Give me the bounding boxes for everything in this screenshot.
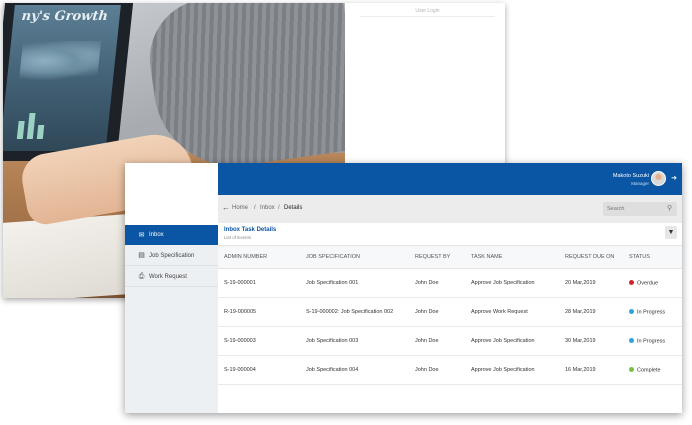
logout-icon[interactable]: ➜ <box>671 174 677 182</box>
filter-icon: ▼ <box>667 229 675 236</box>
column-header-request-by[interactable]: REQUEST BY <box>415 254 450 260</box>
breadcrumb-inbox[interactable]: Inbox <box>260 205 275 211</box>
status-label: In Progress <box>637 309 666 316</box>
sidebar: ✉ Inbox ▤ Job Specification ⎙ Work Reque… <box>125 163 218 413</box>
cell-job-specification: S-19-000002: Job Specification 002 <box>306 309 394 315</box>
cell-admin-number: R-19-000005 <box>224 309 257 315</box>
cell-task-name: Approve Job Specification <box>471 367 535 373</box>
cell-admin-number: S-19-000004 <box>224 367 256 373</box>
table-header: ADMIN NUMBER JOB SPECIFICATION REQUEST B… <box>218 245 682 269</box>
sidebar-item-inbox[interactable]: ✉ Inbox <box>125 225 218 245</box>
status-label: In Progress <box>637 338 666 345</box>
cell-due-on: 16 Mar,2019 <box>565 367 596 373</box>
top-header-bar: Makoto Suzuki Manager ➜ <box>218 163 682 195</box>
status-badge: Overdue <box>629 280 658 287</box>
cell-request-by: John Doe <box>415 280 439 286</box>
panel-subtitle: List of Events <box>224 235 252 240</box>
sidebar-item-label: Work Request <box>149 273 187 280</box>
inbox-icon: ✉ <box>138 231 145 239</box>
status-dot-icon <box>629 338 634 343</box>
login-title: User Login <box>360 8 495 17</box>
status-dot-icon <box>629 309 634 314</box>
sidebar-item-work-request[interactable]: ⎙ Work Request <box>125 267 218 287</box>
sidebar-item-label: Job Specification <box>149 252 195 259</box>
column-header-job-specification[interactable]: JOB SPECIFICATION <box>306 254 360 260</box>
column-header-admin-number[interactable]: ADMIN NUMBER <box>224 254 267 260</box>
column-header-status[interactable]: STATUS <box>629 254 650 260</box>
table-row[interactable]: S-19-000003 Job Specification 003 John D… <box>218 327 682 356</box>
breadcrumb-details: Details <box>284 205 303 211</box>
status-badge: In Progress <box>629 338 665 345</box>
cell-task-name: Approve Job Specification <box>471 338 535 344</box>
tablet-bar <box>36 125 45 139</box>
status-badge: In Progress <box>629 309 665 316</box>
cell-request-by: John Doe <box>415 309 439 315</box>
search-input[interactable] <box>603 202 677 216</box>
table-row[interactable]: S-19-000004 Job Specification 004 John D… <box>218 356 682 385</box>
user-name: Makoto Suzuki <box>612 173 649 179</box>
status-label: Complete <box>637 367 661 374</box>
cell-request-by: John Doe <box>415 367 439 373</box>
breadcrumb-home[interactable]: Home <box>232 205 248 211</box>
back-arrow-icon[interactable]: ← <box>222 203 230 212</box>
table-row[interactable]: R-19-000005 S-19-000002: Job Specificati… <box>218 298 682 327</box>
app-window: ✉ Inbox ▤ Job Specification ⎙ Work Reque… <box>125 163 682 413</box>
tablet-screen: ny's Growth <box>3 5 121 151</box>
breadcrumb-bar: ← Home / Inbox / Details ⚲ <box>218 195 682 223</box>
status-badge: Complete <box>629 367 661 374</box>
cell-job-specification: Job Specification 004 <box>306 367 359 373</box>
status-dot-icon <box>629 367 634 372</box>
table-row[interactable]: S-19-000001 Job Specification 001 John D… <box>218 269 682 298</box>
status-dot-icon <box>629 280 634 285</box>
tablet-headline: ny's Growth <box>20 9 109 24</box>
document-icon: ▤ <box>138 252 145 259</box>
cell-job-specification: Job Specification 001 <box>306 280 359 286</box>
cell-task-name: Approve Work Request <box>471 309 528 315</box>
tablet-bar <box>26 113 36 139</box>
breadcrumb-separator: / <box>278 205 280 211</box>
cell-task-name: Approve Job Specification <box>471 280 535 286</box>
search-icon[interactable]: ⚲ <box>667 204 672 212</box>
column-header-request-due-on[interactable]: REQUEST DUE ON <box>565 254 614 260</box>
task-table: ADMIN NUMBER JOB SPECIFICATION REQUEST B… <box>218 245 682 385</box>
panel-title: Inbox Task Details <box>224 227 277 233</box>
cell-due-on: 30 Mar,2019 <box>565 338 596 344</box>
sidebar-logo-area <box>125 163 218 225</box>
status-label: Overdue <box>637 280 659 287</box>
notebook <box>3 213 143 298</box>
user-avatar[interactable] <box>651 171 666 186</box>
cell-job-specification: Job Specification 003 <box>306 338 359 344</box>
cell-admin-number: S-19-000003 <box>224 338 256 344</box>
sidebar-item-job-specification[interactable]: ▤ Job Specification <box>125 246 218 266</box>
tablet-bar <box>16 121 25 139</box>
breadcrumb-separator: / <box>254 205 256 211</box>
column-header-task-name[interactable]: TASK NAME <box>471 254 502 260</box>
tablet-world-map <box>18 41 102 81</box>
tablet-device: ny's Growth <box>3 3 134 161</box>
sidebar-item-label: Inbox <box>149 232 164 238</box>
filter-button[interactable]: ▼ <box>665 226 677 239</box>
cell-due-on: 20 Mar,2019 <box>565 280 596 286</box>
cell-admin-number: S-19-000001 <box>224 280 256 286</box>
printer-icon: ⎙ <box>138 273 145 280</box>
user-role: Manager <box>631 181 649 186</box>
cell-due-on: 28 Mar,2019 <box>565 309 596 315</box>
cell-request-by: John Doe <box>415 338 439 344</box>
